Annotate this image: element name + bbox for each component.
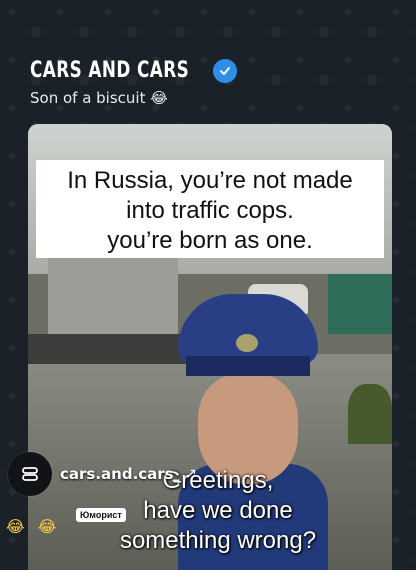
verified-badge-icon (213, 58, 238, 83)
post-handle-row[interactable]: cars.and.cars_ ↗ (8, 452, 197, 496)
post-header: CARS AND CARS Son of a biscuit 😂 (30, 58, 238, 107)
account-avatar[interactable] (8, 452, 52, 496)
subtitle-line: something wrong? (119, 527, 317, 554)
reaction-row: 😂 😂 (6, 517, 61, 536)
reaction-emoji: 😂 (37, 517, 61, 536)
post-caption: Son of a biscuit 😂 (30, 89, 237, 107)
caption-text: Son of a biscuit (30, 89, 146, 107)
video-overlay-text: In Russia, you’re not made into traffic … (36, 160, 384, 258)
external-link-icon[interactable]: ↗ (185, 466, 197, 482)
video-truck-base (28, 334, 188, 364)
caption-emoji: 😂 (150, 89, 168, 107)
link-chain-icon (22, 467, 38, 481)
overlay-line: you’re born as one. (107, 227, 313, 254)
reaction-emoji: 😂 (6, 517, 29, 536)
cap-badge-icon (236, 334, 258, 352)
video-player[interactable]: In Russia, you’re not made into traffic … (28, 124, 392, 570)
humor-badge: Юморист (76, 508, 126, 522)
video-bush (348, 384, 392, 444)
overlay-line: In Russia, you’re not made (67, 167, 353, 194)
police-cap-band (186, 356, 310, 376)
overlay-line: into traffic cops. (126, 197, 294, 224)
channel-name[interactable]: CARS AND CARS (30, 58, 189, 83)
account-handle[interactable]: cars.and.cars_ (60, 465, 181, 483)
channel-row: CARS AND CARS (30, 58, 238, 83)
police-cap (178, 294, 318, 364)
